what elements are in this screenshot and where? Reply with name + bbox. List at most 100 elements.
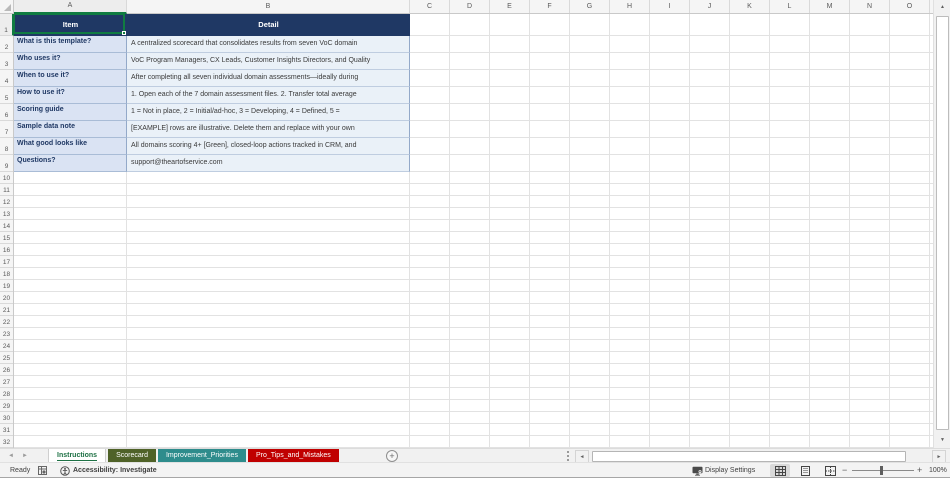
table-cell-item[interactable]: What good looks like (14, 138, 127, 155)
tabstrip-splitter[interactable] (567, 451, 569, 461)
new-sheet-button[interactable]: + (386, 450, 398, 462)
table-cell-item[interactable]: When to use it? (14, 70, 127, 87)
row-header-27[interactable]: 27 (0, 376, 13, 388)
row-header-30[interactable]: 30 (0, 412, 13, 424)
row-header-22[interactable]: 22 (0, 316, 13, 328)
column-header-h[interactable]: H (610, 0, 650, 13)
row-header-32[interactable]: 32 (0, 436, 13, 448)
record-macro-icon[interactable] (38, 466, 47, 475)
row-header-12[interactable]: 12 (0, 196, 13, 208)
gridline-h (14, 195, 933, 196)
zoom-level[interactable]: 100% (929, 463, 947, 478)
zoom-slider-track[interactable] (852, 470, 914, 471)
column-header-m[interactable]: M (810, 0, 850, 13)
row-header-25[interactable]: 25 (0, 352, 13, 364)
table-cell-detail[interactable]: support@theartofservice.com (127, 155, 410, 172)
tab-next-icon[interactable]: ► (22, 453, 36, 459)
table-cell-detail[interactable]: A centralized scorecard that consolidate… (127, 36, 410, 53)
column-header-i[interactable]: I (650, 0, 690, 13)
row-header-16[interactable]: 16 (0, 244, 13, 256)
row-header-11[interactable]: 11 (0, 184, 13, 196)
gridline-h (14, 327, 933, 328)
gridline-h (14, 399, 933, 400)
column-header-k[interactable]: K (730, 0, 770, 13)
row-header-24[interactable]: 24 (0, 340, 13, 352)
tab-prev-icon[interactable]: ◄ (8, 453, 22, 459)
row-header-18[interactable]: 18 (0, 268, 13, 280)
page-break-view-button[interactable] (820, 464, 840, 477)
tab-nav-arrows[interactable]: ◄► (8, 449, 36, 463)
tab-scorecard[interactable]: Scorecard (108, 449, 156, 463)
row-header-26[interactable]: 26 (0, 364, 13, 376)
row-header-9[interactable]: 9 (0, 155, 13, 172)
zoom-slider-thumb[interactable] (880, 466, 883, 475)
zoom-out-button[interactable]: − (842, 463, 847, 478)
fill-handle[interactable] (122, 31, 126, 35)
row-header-4[interactable]: 4 (0, 70, 13, 87)
row-header-31[interactable]: 31 (0, 424, 13, 436)
row-header-1[interactable]: 1 (0, 14, 14, 36)
active-cell-selection[interactable] (13, 13, 126, 35)
column-header-e[interactable]: E (490, 0, 530, 13)
horizontal-scrollbar-thumb[interactable] (592, 451, 906, 462)
row-header-5[interactable]: 5 (0, 87, 13, 104)
accessibility-status[interactable]: Accessibility: Investigate (73, 463, 157, 478)
row-header-7[interactable]: 7 (0, 121, 13, 138)
row-header-3[interactable]: 3 (0, 53, 13, 70)
column-header-o[interactable]: O (890, 0, 930, 13)
scroll-down-icon[interactable]: ▼ (935, 434, 950, 447)
select-all-corner[interactable] (0, 0, 14, 14)
table-cell-detail[interactable]: [EXAMPLE] rows are illustrative. Delete … (127, 121, 410, 138)
table-header-detail[interactable]: Detail (127, 14, 410, 36)
table-cell-item[interactable]: Scoring guide (14, 104, 127, 121)
vertical-scrollbar[interactable]: ▲ ▼ (933, 0, 950, 448)
sheet-tabs: Instructions Scorecard Improvement_Prior… (48, 449, 339, 463)
tab-label: Scorecard (116, 452, 148, 459)
row-header-21[interactable]: 21 (0, 304, 13, 316)
table-cell-detail[interactable]: 1. Open each of the 7 domain assessment … (127, 87, 410, 104)
row-header-28[interactable]: 28 (0, 388, 13, 400)
column-header-j[interactable]: J (690, 0, 730, 13)
row-header-20[interactable]: 20 (0, 292, 13, 304)
row-header-14[interactable]: 14 (0, 220, 13, 232)
column-header-n[interactable]: N (850, 0, 890, 13)
row-header-2[interactable]: 2 (0, 36, 13, 53)
table-cell-item[interactable]: Who uses it? (14, 53, 127, 70)
column-header-l[interactable]: L (770, 0, 810, 13)
row-header-6[interactable]: 6 (0, 104, 13, 121)
row-header-8[interactable]: 8 (0, 138, 13, 155)
display-settings-button[interactable]: Display Settings (705, 463, 755, 478)
row-header-13[interactable]: 13 (0, 208, 13, 220)
sheet-tab-strip: ◄► Instructions Scorecard Improvement_Pr… (0, 448, 950, 463)
table-cell-item[interactable]: What is this template? (14, 36, 127, 53)
column-header-g[interactable]: G (570, 0, 610, 13)
tab-instructions[interactable]: Instructions (48, 449, 107, 463)
row-header-23[interactable]: 23 (0, 328, 13, 340)
scroll-up-icon[interactable]: ▲ (935, 1, 950, 14)
tab-pro-tips-and-mistakes[interactable]: Pro_Tips_and_Mistakes (247, 449, 339, 463)
row-header-17[interactable]: 17 (0, 256, 13, 268)
table-cell-item[interactable]: Sample data note (14, 121, 127, 138)
row-header-15[interactable]: 15 (0, 232, 13, 244)
worksheet-grid: Item Detail What is this template? A centra… (0, 0, 933, 448)
table-cell-item[interactable]: Questions? (14, 155, 127, 172)
table-cell-detail[interactable]: After completing all seven individual do… (127, 70, 410, 87)
table-cell-detail[interactable]: 1 = Not in place, 2 = Initial/ad-hoc, 3 … (127, 104, 410, 121)
row-header-10[interactable]: 10 (0, 172, 13, 184)
tab-improvement-priorities[interactable]: Improvement_Priorities (157, 449, 246, 463)
column-header-d[interactable]: D (450, 0, 490, 13)
table-cell-detail[interactable]: VoC Program Managers, CX Leads, Customer… (127, 53, 410, 70)
column-header-a[interactable]: A (14, 0, 127, 14)
page-layout-view-button[interactable] (795, 464, 815, 477)
column-header-b[interactable]: B (127, 0, 410, 13)
zoom-in-button[interactable]: + (917, 463, 922, 478)
column-header-c[interactable]: C (410, 0, 450, 13)
row-header-29[interactable]: 29 (0, 400, 13, 412)
row-header-19[interactable]: 19 (0, 280, 13, 292)
select-all-triangle-icon (4, 4, 11, 11)
normal-view-button[interactable] (770, 464, 790, 477)
table-cell-item[interactable]: How to use it? (14, 87, 127, 104)
column-header-f[interactable]: F (530, 0, 570, 13)
vertical-scrollbar-thumb[interactable] (936, 16, 949, 430)
table-cell-detail[interactable]: All domains scoring 4+ [Green], closed-l… (127, 138, 410, 155)
